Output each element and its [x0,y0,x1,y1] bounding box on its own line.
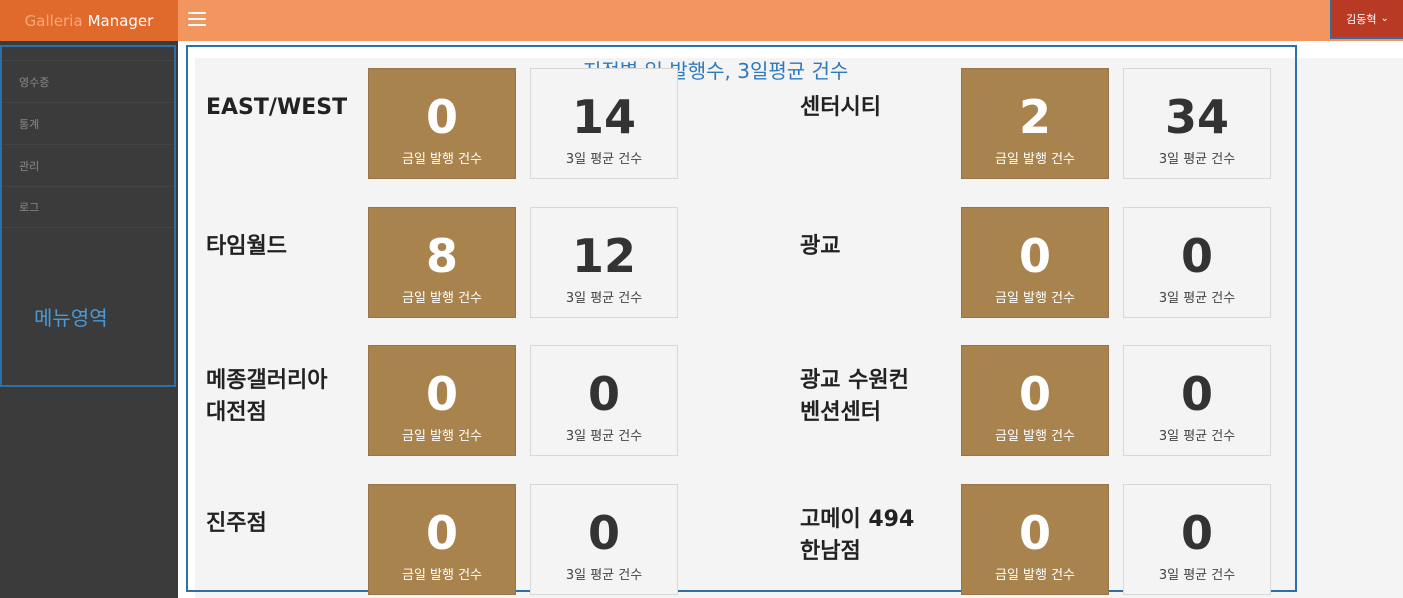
average-count-value: 0 [1180,367,1213,421]
today-count-value: 0 [1018,506,1051,560]
sidebar: 영수증 통계 관리 로그 메뉴영역 [0,41,178,598]
today-count-caption: 금일 발행 건수 [401,429,483,444]
branch-name: EAST/WEST [206,95,348,120]
average-count-value: 34 [1164,90,1229,144]
user-name: 김동혁 [1346,12,1377,26]
today-count-value: 0 [1018,367,1051,421]
menu-area-annotation-label: 메뉴영역 [34,306,108,330]
today-count-tile: 0 금일 발행 건수 [961,207,1109,318]
brand-accent: Galleria [24,11,83,30]
average-count-caption: 3일 평균 건수 [565,429,643,444]
today-count-caption: 금일 발행 건수 [994,152,1076,167]
today-count-caption: 금일 발행 건수 [994,429,1076,444]
branch-name: 진주점 [206,511,267,536]
average-count-caption: 3일 평균 건수 [565,152,643,167]
today-count-caption: 금일 발행 건수 [401,568,483,583]
average-count-tile: 0 3일 평균 건수 [530,345,678,456]
top-bar: 김동혁 ⌄ [178,0,1403,41]
average-count-caption: 3일 평균 건수 [1158,291,1236,306]
today-count-value: 8 [425,229,458,283]
today-count-caption: 금일 발행 건수 [401,291,483,306]
branch-name: 센터시티 [800,95,881,120]
average-count-value: 0 [1180,506,1213,560]
branch-name: 고메이 494 한남점 [800,507,915,564]
average-count-value: 0 [587,367,620,421]
average-count-caption: 3일 평균 건수 [1158,568,1236,583]
average-count-caption: 3일 평균 건수 [1158,152,1236,167]
average-count-caption: 3일 평균 건수 [565,568,643,583]
average-count-value: 14 [571,90,636,144]
today-count-value: 0 [425,506,458,560]
today-count-value: 2 [1018,90,1051,144]
today-count-tile: 0 금일 발행 건수 [961,345,1109,456]
today-count-caption: 금일 발행 건수 [994,291,1076,306]
average-count-tile: 34 3일 평균 건수 [1123,68,1271,179]
today-count-tile: 0 금일 발행 건수 [368,68,516,179]
average-count-caption: 3일 평균 건수 [565,291,643,306]
chevron-down-icon: ⌄ [1380,13,1389,24]
branch-name: 광교 수원컨 벤션센터 [800,368,909,425]
average-count-tile: 14 3일 평균 건수 [530,68,678,179]
today-count-tile: 0 금일 발행 건수 [368,484,516,595]
today-count-tile: 0 금일 발행 건수 [961,484,1109,595]
average-count-value: 0 [587,506,620,560]
today-count-value: 0 [1018,229,1051,283]
average-count-tile: 0 3일 평균 건수 [530,484,678,595]
app-brand[interactable]: Galleria Manager [0,0,178,41]
average-count-caption: 3일 평균 건수 [1158,429,1236,444]
today-count-value: 0 [425,367,458,421]
today-count-caption: 금일 발행 건수 [401,152,483,167]
user-menu-button[interactable]: 김동혁 ⌄ [1330,0,1403,39]
average-count-tile: 0 3일 평균 건수 [1123,207,1271,318]
branch-name: 메종갤러리아 대전점 [206,368,328,425]
average-count-value: 0 [1180,229,1213,283]
menu-area-annotation-box [0,45,176,387]
average-count-value: 12 [571,229,636,283]
today-count-value: 0 [425,90,458,144]
average-count-tile: 0 3일 평균 건수 [1123,345,1271,456]
branch-name: 타임월드 [206,234,287,259]
brand-text: Manager [87,11,154,30]
branch-name: 광교 [800,234,841,259]
today-count-tile: 8 금일 발행 건수 [368,207,516,318]
average-count-tile: 0 3일 평균 건수 [1123,484,1271,595]
today-count-caption: 금일 발행 건수 [994,568,1076,583]
today-count-tile: 2 금일 발행 건수 [961,68,1109,179]
average-count-tile: 12 3일 평균 건수 [530,207,678,318]
today-count-tile: 0 금일 발행 건수 [368,345,516,456]
hamburger-menu-icon[interactable] [188,12,206,28]
